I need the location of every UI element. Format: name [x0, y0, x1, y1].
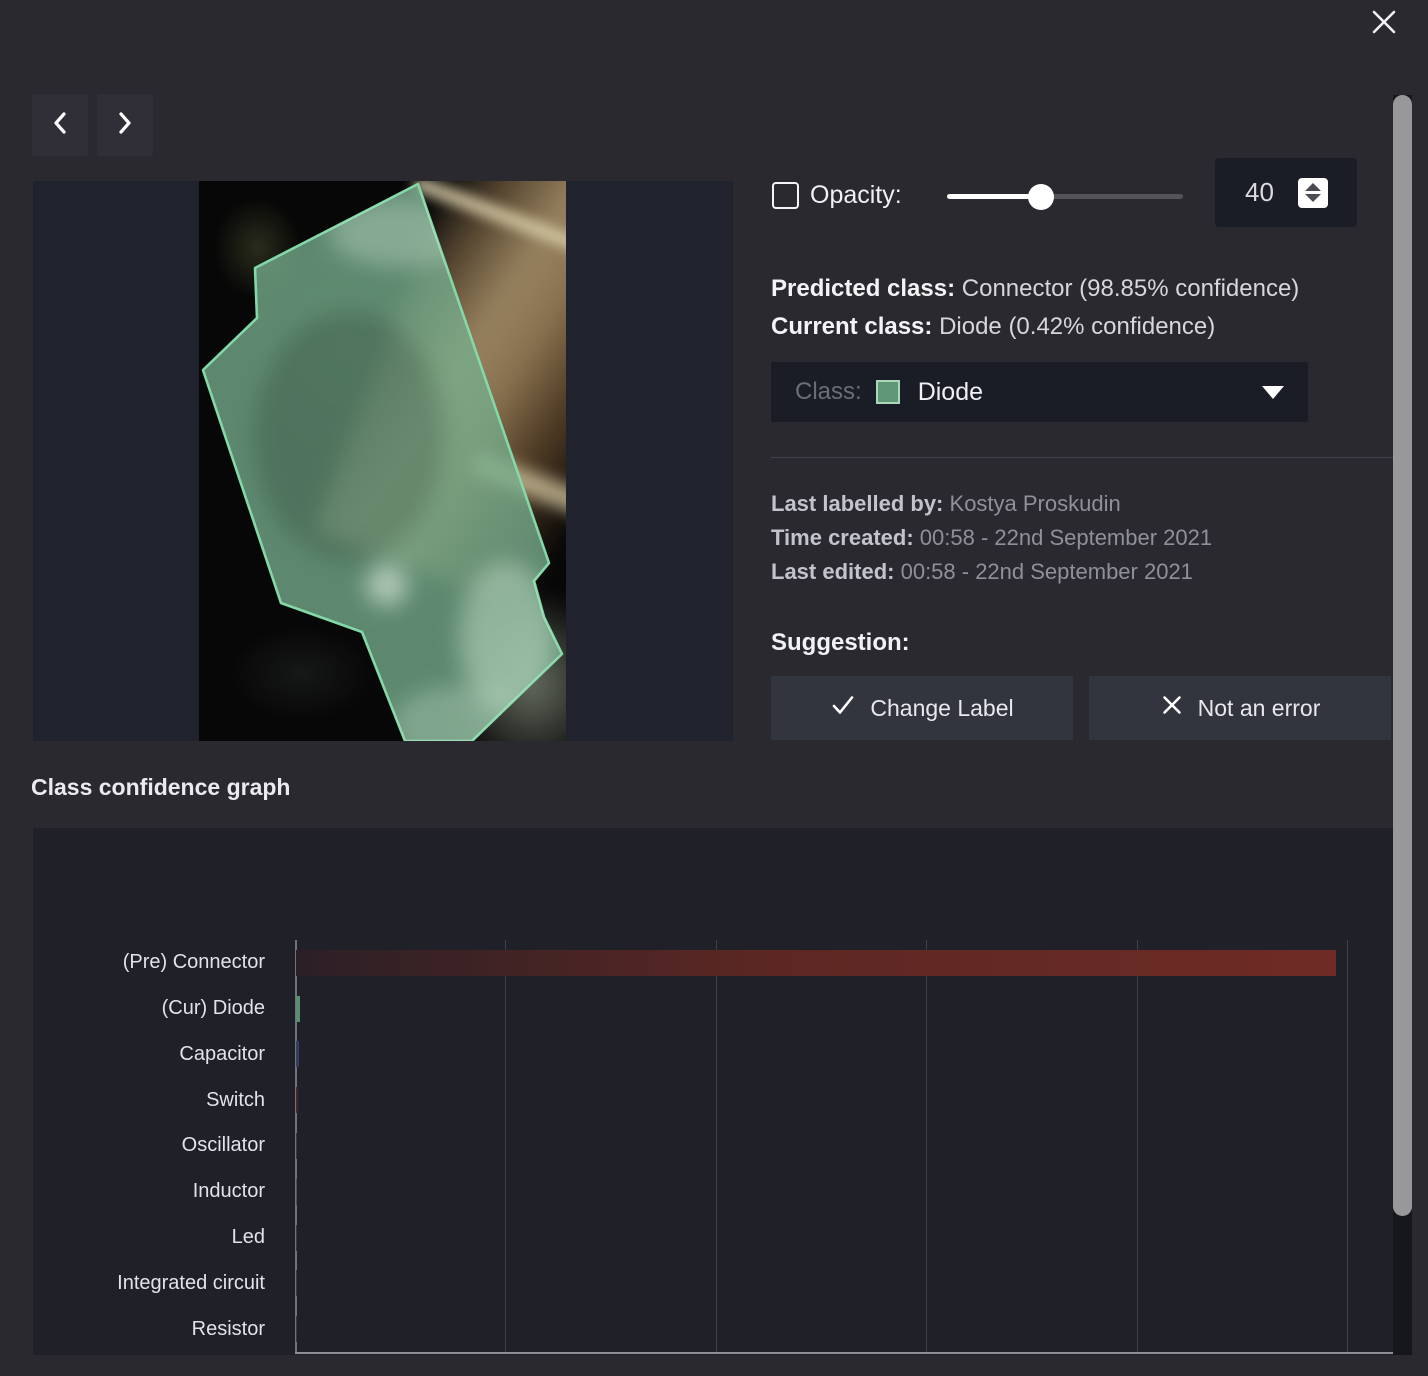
last-edited-value: 00:58 - 22nd September 2021	[901, 559, 1193, 584]
opacity-checkbox[interactable]	[772, 182, 799, 209]
class-dropdown-value: Diode	[918, 378, 1262, 407]
number-stepper[interactable]	[1298, 178, 1328, 208]
x-gridline	[1137, 940, 1138, 1352]
confidence-bar	[296, 996, 300, 1022]
label-metadata: Last labelled by: Kostya Proskudin Time …	[771, 487, 1212, 589]
x-gridline	[505, 940, 506, 1352]
labelled-by-line: Last labelled by: Kostya Proskudin	[771, 487, 1212, 521]
category-label: Led	[33, 1215, 265, 1261]
opacity-value: 40	[1215, 177, 1298, 208]
caret-down-icon	[1262, 386, 1284, 399]
change-label-button[interactable]: Change Label	[771, 676, 1073, 740]
current-class-value: Diode (0.42% confidence)	[939, 313, 1215, 340]
next-image-button[interactable]	[97, 94, 153, 156]
prev-image-button[interactable]	[32, 94, 88, 156]
chevron-right-icon	[113, 109, 137, 142]
time-created-line: Time created: 00:58 - 22nd September 202…	[771, 521, 1212, 555]
predicted-class-label: Predicted class:	[771, 275, 955, 302]
x-gridline	[1347, 940, 1348, 1352]
labelled-by-value: Kostya Proskudin	[950, 491, 1121, 516]
opacity-number-input[interactable]: 40	[1215, 158, 1357, 227]
confidence-bar	[296, 1225, 297, 1251]
labelled-by-label: Last labelled by:	[771, 491, 943, 516]
confidence-bar	[296, 1087, 298, 1113]
chart-title: Class confidence graph	[31, 774, 290, 801]
time-created-label: Time created:	[771, 525, 914, 550]
confidence-bar	[296, 1179, 297, 1205]
category-label: Capacitor	[33, 1032, 265, 1078]
chevron-left-icon	[48, 109, 72, 142]
class-color-swatch	[876, 380, 900, 404]
category-label: Switch	[33, 1077, 265, 1123]
change-label-text: Change Label	[870, 695, 1013, 722]
last-edited-line: Last edited: 00:58 - 22nd September 2021	[771, 555, 1212, 589]
category-label: Integrated circuit	[33, 1260, 265, 1306]
last-edited-label: Last edited:	[771, 559, 894, 584]
confidence-bar	[296, 950, 1336, 976]
current-class-label: Current class:	[771, 313, 932, 340]
prediction-summary: Predicted class: Connector (98.85% confi…	[771, 270, 1299, 346]
class-dropdown-label: Class:	[795, 378, 862, 406]
x-axis-line	[295, 1352, 1393, 1354]
confidence-chart: (Pre) Connector(Cur) DiodeCapacitorSwitc…	[33, 828, 1395, 1355]
confidence-bar	[296, 1133, 297, 1159]
opacity-slider-handle[interactable]	[1028, 184, 1054, 210]
image-viewer-panel	[33, 181, 733, 741]
confidence-bar	[296, 1041, 299, 1067]
category-label: (Cur) Diode	[33, 986, 265, 1032]
x-gridline	[716, 940, 717, 1352]
not-an-error-button[interactable]: Not an error	[1089, 676, 1391, 740]
scrollbar-thumb[interactable]	[1393, 95, 1412, 1216]
predicted-class-line: Predicted class: Connector (98.85% confi…	[771, 270, 1299, 308]
opacity-label: Opacity:	[810, 181, 902, 210]
close-button[interactable]	[1366, 6, 1402, 42]
category-label: (Pre) Connector	[33, 940, 265, 986]
time-created-value: 00:58 - 22nd September 2021	[920, 525, 1212, 550]
close-icon	[1369, 7, 1399, 42]
class-dropdown[interactable]: Class: Diode	[771, 362, 1308, 422]
x-gridline	[926, 940, 927, 1352]
current-class-line: Current class: Diode (0.42% confidence)	[771, 308, 1299, 346]
not-an-error-text: Not an error	[1198, 695, 1321, 722]
annotated-photo[interactable]	[199, 181, 566, 741]
category-label: Oscillator	[33, 1123, 265, 1169]
section-divider	[771, 457, 1395, 458]
annotation-polygon[interactable]	[199, 181, 566, 741]
predicted-class-value: Connector (98.85% confidence)	[962, 275, 1300, 302]
category-label: Inductor	[33, 1169, 265, 1215]
category-label: Resistor	[33, 1306, 265, 1352]
check-icon	[830, 692, 856, 724]
step-up-icon[interactable]	[1305, 183, 1321, 191]
suggestion-label: Suggestion:	[771, 629, 910, 657]
cross-icon	[1160, 693, 1184, 723]
opacity-slider-fill	[947, 194, 1041, 199]
step-down-icon[interactable]	[1305, 194, 1321, 202]
